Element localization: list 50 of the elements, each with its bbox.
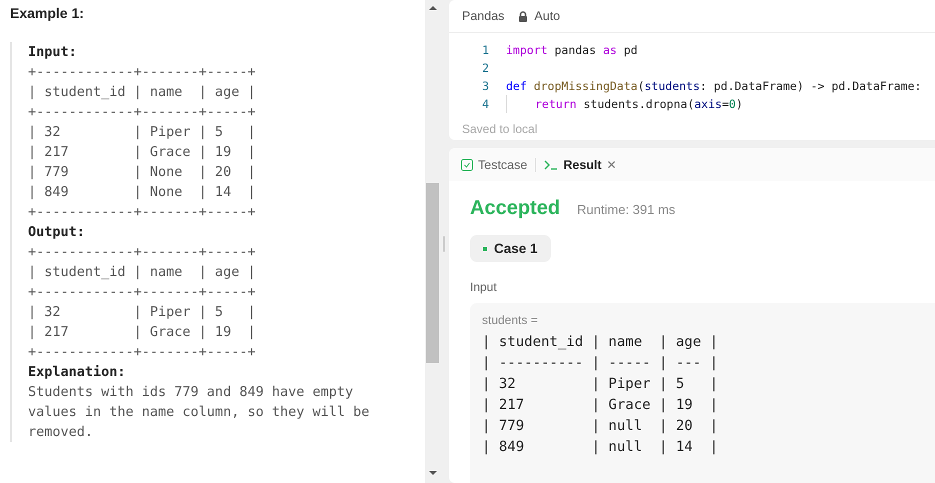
line-number: 2: [481, 60, 490, 77]
explanation-text: Students with ids 779 and 849 have empty values in the name column, so they will be removed.: [28, 383, 370, 442]
scrollbar-thumb[interactable]: [426, 183, 439, 363]
table-line: | 32 | Piper | 5 |: [28, 123, 257, 142]
section-label: Explanation:: [28, 363, 127, 382]
scroll-down-icon[interactable]: [429, 471, 437, 475]
code-line[interactable]: def dropMissingData(students: pd.DataFrame) -> pd.DataFrame:: [506, 77, 922, 95]
tab[interactable]: Result: [544, 158, 602, 172]
tab[interactable]: Testcase: [461, 158, 528, 172]
indent-guide: [506, 95, 507, 113]
close-icon[interactable]: ✕: [606, 158, 617, 172]
table-line: | ---------- | ----- | --- |: [482, 354, 720, 373]
table-line: +------------+-------+-----+: [28, 243, 257, 262]
checkbox-icon: [461, 158, 473, 170]
table-line: +------------+-------+-----+: [28, 103, 257, 122]
line-number: 4: [481, 96, 490, 113]
case-tab[interactable]: Case 1: [470, 235, 551, 262]
table-line: | 779 | None | 20 |: [28, 163, 257, 182]
table-line: | 849 | null | 14 |: [482, 438, 720, 457]
table-line: +------------+-------+-----+: [28, 63, 257, 82]
variable-label: students =: [482, 313, 539, 327]
table-line: +------------+-------+-----+: [28, 343, 257, 362]
input-label: Input: [470, 280, 498, 294]
runtime-text: Runtime: 391 ms: [577, 202, 676, 217]
code-line[interactable]: return students.dropna(axis=0): [507, 95, 743, 113]
language-selector[interactable]: Pandas: [462, 9, 504, 23]
line-number: 3: [481, 78, 490, 95]
table-line: | 32 | Piper | 5 |: [482, 375, 720, 394]
example-heading: Example 1:: [10, 5, 85, 23]
table-line: | 779 | null | 20 |: [482, 417, 720, 436]
line-number: 1: [481, 42, 490, 59]
table-line: | 217 | Grace | 19 |: [28, 143, 257, 162]
auto-mode-button[interactable]: Auto: [518, 9, 560, 23]
verdict-text: Accepted: [470, 197, 560, 220]
table-line: | student_id | name | age |: [482, 333, 720, 352]
table-line: | 217 | Grace | 19 |: [482, 396, 720, 415]
lock-icon: [518, 10, 528, 22]
table-line: | student_id | name | age |: [28, 263, 257, 282]
table-line: | 217 | Grace | 19 |: [28, 323, 257, 342]
table-line: +------------+-------+-----+: [28, 283, 257, 302]
scroll-up-icon[interactable]: [429, 6, 437, 10]
table-line: | student_id | name | age |: [28, 83, 257, 102]
table-line: | 32 | Piper | 5 |: [28, 303, 257, 322]
section-label: Output:: [28, 223, 86, 242]
terminal-icon: [544, 160, 558, 170]
section-label: Input:: [28, 43, 78, 62]
table-line: | 849 | None | 14 |: [28, 183, 257, 202]
table-line: +------------+-------+-----+: [28, 203, 257, 222]
code-line[interactable]: import pandas as pd: [506, 41, 638, 59]
save-status: Saved to local: [461, 122, 538, 138]
